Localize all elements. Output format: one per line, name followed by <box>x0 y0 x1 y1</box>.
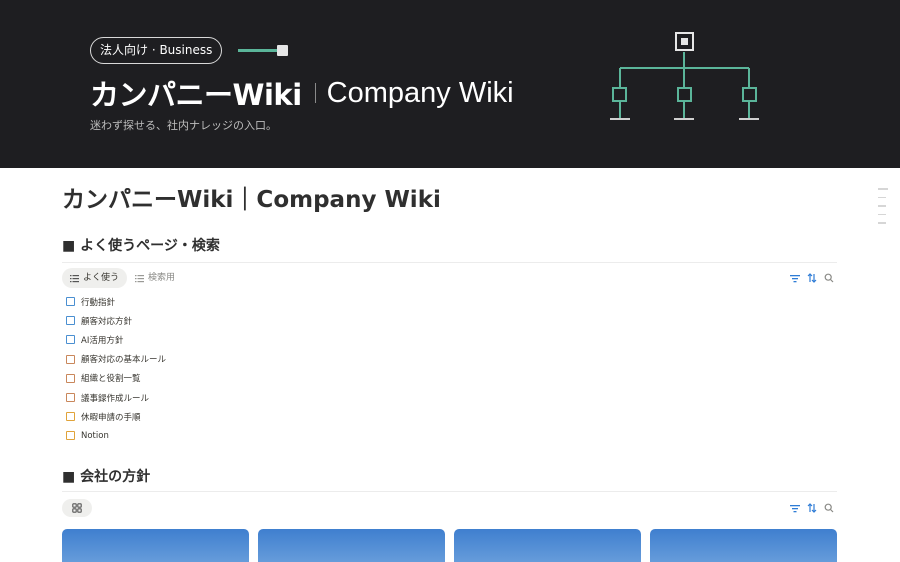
filter-button[interactable] <box>788 271 802 285</box>
page-icon <box>66 297 75 307</box>
toc-line <box>878 213 886 215</box>
database-view-bar: よく使う 検索用 <box>62 268 837 288</box>
list-item-label: 顧客対応方針 <box>81 316 133 327</box>
gallery-view-bar <box>62 498 837 518</box>
page-icon <box>66 354 75 364</box>
list-item-label: 議事録作成ルール <box>81 393 150 404</box>
list-item[interactable]: 組織と役割一覧 <box>66 369 166 388</box>
sort-icon <box>807 273 817 283</box>
page-icon <box>66 431 75 441</box>
list-item[interactable]: AI活用方針 <box>66 330 166 349</box>
list-item-label: AI活用方針 <box>81 335 124 346</box>
list-item[interactable]: 行動指針 <box>66 292 166 311</box>
search-icon <box>824 273 834 283</box>
list-icon <box>135 274 144 282</box>
list-item[interactable]: 顧客対応の基本ルール <box>66 350 166 369</box>
list-icon <box>70 274 79 282</box>
list-item[interactable]: 顧客対応方針 <box>66 311 166 330</box>
gallery-card[interactable] <box>62 529 249 562</box>
section-divider <box>62 491 837 492</box>
tab-search[interactable]: 検索用 <box>135 268 175 288</box>
title-separator <box>314 83 316 103</box>
toc-line <box>878 196 886 198</box>
gallery-card[interactable] <box>258 529 445 562</box>
list-item[interactable]: 議事録作成ルール <box>66 388 166 407</box>
list-item-label: 顧客対応の基本ルール <box>81 355 167 366</box>
gallery-card[interactable] <box>454 529 641 562</box>
org-chart-icon <box>610 32 759 120</box>
list-item[interactable]: 休暇申請の手順 <box>66 407 166 426</box>
tab-frequent[interactable]: よく使う <box>62 268 128 288</box>
page-icon <box>66 393 75 403</box>
page-title: カンパニーWiki｜Company Wiki <box>62 187 441 213</box>
toc-line <box>878 205 886 207</box>
badge-connector-node <box>277 45 288 56</box>
gallery-card[interactable] <box>650 529 837 562</box>
banner-title-en: Company Wiki <box>326 76 514 109</box>
banner-title-jp: カンパニーWiki <box>90 78 302 112</box>
section-heading-frequent: ■ よく使うページ・検索 <box>62 238 220 254</box>
list-item[interactable]: Notion <box>66 426 166 445</box>
table-of-contents-indicator[interactable] <box>878 188 888 231</box>
toc-line <box>878 188 888 190</box>
list-item-label: 休暇申請の手順 <box>81 412 141 423</box>
header-banner: 法人向け · Business カンパニーWiki Company Wiki 迷… <box>0 0 900 168</box>
business-badge: 法人向け · Business <box>90 37 223 64</box>
filter-icon <box>790 504 800 512</box>
list-item-label: 組織と役割一覧 <box>81 374 141 385</box>
sort-button[interactable] <box>805 271 819 285</box>
sort-button[interactable] <box>805 501 819 515</box>
tab-frequent-label: よく使う <box>83 273 120 283</box>
page-icon <box>66 316 75 326</box>
search-button[interactable] <box>822 501 836 515</box>
filter-button[interactable] <box>788 501 802 515</box>
sort-icon <box>807 503 817 513</box>
page-icon <box>66 335 75 345</box>
list-item-label: Notion <box>81 430 109 441</box>
banner-title: カンパニーWiki Company Wiki <box>90 72 514 114</box>
toc-line <box>878 222 886 224</box>
search-icon <box>824 503 834 513</box>
search-button[interactable] <box>822 271 836 285</box>
page-icon <box>66 373 75 383</box>
banner-subtitle: 迷わず探せる、社内ナレッジの入口。 <box>90 119 277 132</box>
tab-search-label: 検索用 <box>148 273 176 283</box>
list-item-label: 行動指針 <box>81 297 116 308</box>
section-heading-policy: ■ 会社の方針 <box>62 469 151 485</box>
badge-connector-line <box>238 49 278 52</box>
filter-icon <box>790 274 800 282</box>
frequent-pages-list: 行動指針 顧客対応方針 AI活用方針 顧客対応の基本ルール 組織と役割一覧 議事… <box>66 292 166 446</box>
section-divider <box>62 262 837 263</box>
page-icon <box>66 412 75 422</box>
